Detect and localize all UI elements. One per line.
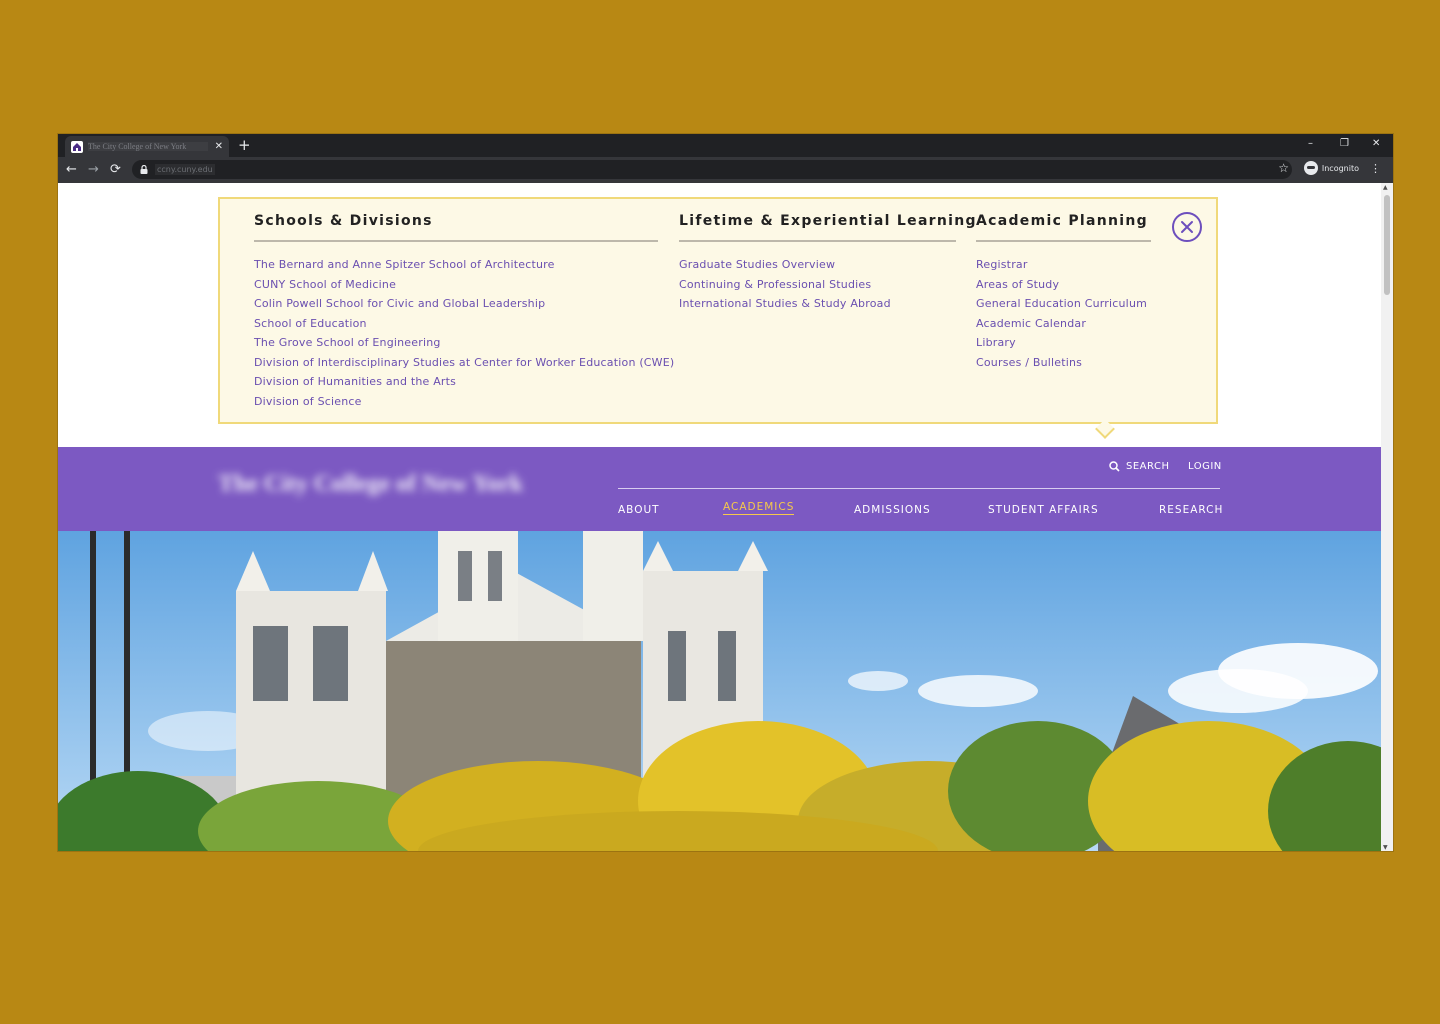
browser-menu-icon[interactable]: ⋮: [1370, 162, 1381, 175]
menu-link[interactable]: Division of Humanities and the Arts: [254, 372, 674, 392]
menu-link[interactable]: Graduate Studies Overview: [679, 255, 891, 275]
menu-link[interactable]: Library: [976, 333, 1147, 353]
bookmark-star-icon[interactable]: ☆: [1278, 161, 1289, 175]
academics-mega-menu: Schools & Divisions The Bernard and Anne…: [218, 197, 1218, 424]
column-heading: Lifetime & Experiential Learning: [679, 213, 977, 229]
browser-tab[interactable]: The City College of New York ✕: [65, 136, 229, 157]
tab-close-icon[interactable]: ✕: [215, 141, 223, 152]
incognito-label: Incognito: [1321, 163, 1359, 173]
nav-research[interactable]: RESEARCH: [1159, 504, 1223, 516]
site-header: The City College of New York SEARCH LOGI…: [58, 447, 1381, 531]
nav-academics[interactable]: ACADEMICS: [723, 501, 795, 515]
menu-link[interactable]: The Bernard and Anne Spitzer School of A…: [254, 255, 674, 275]
restore-icon[interactable]: ❐: [1340, 137, 1349, 151]
url-text: ccny.cuny.edu: [155, 164, 215, 175]
menu-link[interactable]: Division of Science: [254, 392, 674, 412]
incognito-icon: [1303, 161, 1318, 175]
back-icon[interactable]: ←: [66, 161, 77, 178]
lock-icon: [140, 165, 148, 174]
menu-link[interactable]: The Grove School of Engineering: [254, 333, 674, 353]
menu-link[interactable]: Courses / Bulletins: [976, 353, 1147, 373]
menu-link[interactable]: Academic Calendar: [976, 314, 1147, 334]
column-heading: Academic Planning: [976, 213, 1148, 229]
tab-title: The City College of New York: [88, 142, 208, 151]
search-icon: [1109, 461, 1120, 472]
menu-link[interactable]: General Education Curriculum: [976, 294, 1147, 314]
scroll-up-icon[interactable]: ▲: [1383, 184, 1388, 191]
site-logo[interactable]: The City College of New York: [218, 471, 604, 501]
heading-divider: [976, 240, 1151, 242]
menu-link[interactable]: Registrar: [976, 255, 1147, 275]
header-divider: [618, 488, 1220, 489]
login-link[interactable]: LOGIN: [1188, 461, 1222, 472]
heading-divider: [679, 240, 956, 242]
menu-link[interactable]: Areas of Study: [976, 275, 1147, 295]
link-list: Graduate Studies Overview Continuing & P…: [679, 255, 891, 314]
page-viewport: Schools & Divisions The Bernard and Anne…: [58, 183, 1381, 851]
nav-admissions[interactable]: ADMISSIONS: [854, 504, 931, 516]
browser-window: The City College of New York ✕ + – ❐ ✕ ←…: [58, 134, 1393, 851]
campus-building-photo: [58, 531, 1381, 851]
menu-link[interactable]: Colin Powell School for Civic and Global…: [254, 294, 674, 314]
new-tab-icon[interactable]: +: [238, 135, 251, 155]
address-bar[interactable]: ccny.cuny.edu: [132, 160, 1292, 179]
scrollbar-thumb[interactable]: [1384, 195, 1390, 295]
close-icon: [1181, 221, 1193, 233]
page-scrollbar[interactable]: ▲ ▼: [1381, 183, 1393, 851]
browser-toolbar: ← → ⟳ ccny.cuny.edu ☆ Incognito ⋮: [58, 157, 1393, 183]
home-favicon-icon: [71, 140, 83, 153]
link-list: Registrar Areas of Study General Educati…: [976, 255, 1147, 372]
hero-image: [58, 531, 1381, 851]
heading-divider: [254, 240, 658, 242]
menu-link[interactable]: CUNY School of Medicine: [254, 275, 674, 295]
forward-icon[interactable]: →: [88, 161, 99, 178]
nav-student-affairs[interactable]: STUDENT AFFAIRS: [988, 504, 1099, 516]
window-close-icon[interactable]: ✕: [1372, 137, 1380, 151]
minimize-icon[interactable]: –: [1308, 137, 1313, 151]
tab-strip: The City College of New York ✕ + – ❐ ✕: [58, 134, 1393, 157]
reload-icon[interactable]: ⟳: [110, 161, 121, 178]
menu-link[interactable]: Division of Interdisciplinary Studies at…: [254, 353, 674, 373]
incognito-profile[interactable]: Incognito: [1303, 161, 1359, 175]
search-label: SEARCH: [1126, 461, 1170, 472]
link-list: The Bernard and Anne Spitzer School of A…: [254, 255, 674, 411]
close-menu-button[interactable]: [1172, 212, 1202, 242]
menu-link[interactable]: International Studies & Study Abroad: [679, 294, 891, 314]
menu-link[interactable]: Continuing & Professional Studies: [679, 275, 891, 295]
scroll-down-icon[interactable]: ▼: [1383, 844, 1388, 851]
search-link[interactable]: SEARCH: [1109, 461, 1169, 472]
column-heading: Schools & Divisions: [254, 213, 433, 229]
nav-about[interactable]: ABOUT: [618, 504, 660, 516]
menu-link[interactable]: School of Education: [254, 314, 674, 334]
